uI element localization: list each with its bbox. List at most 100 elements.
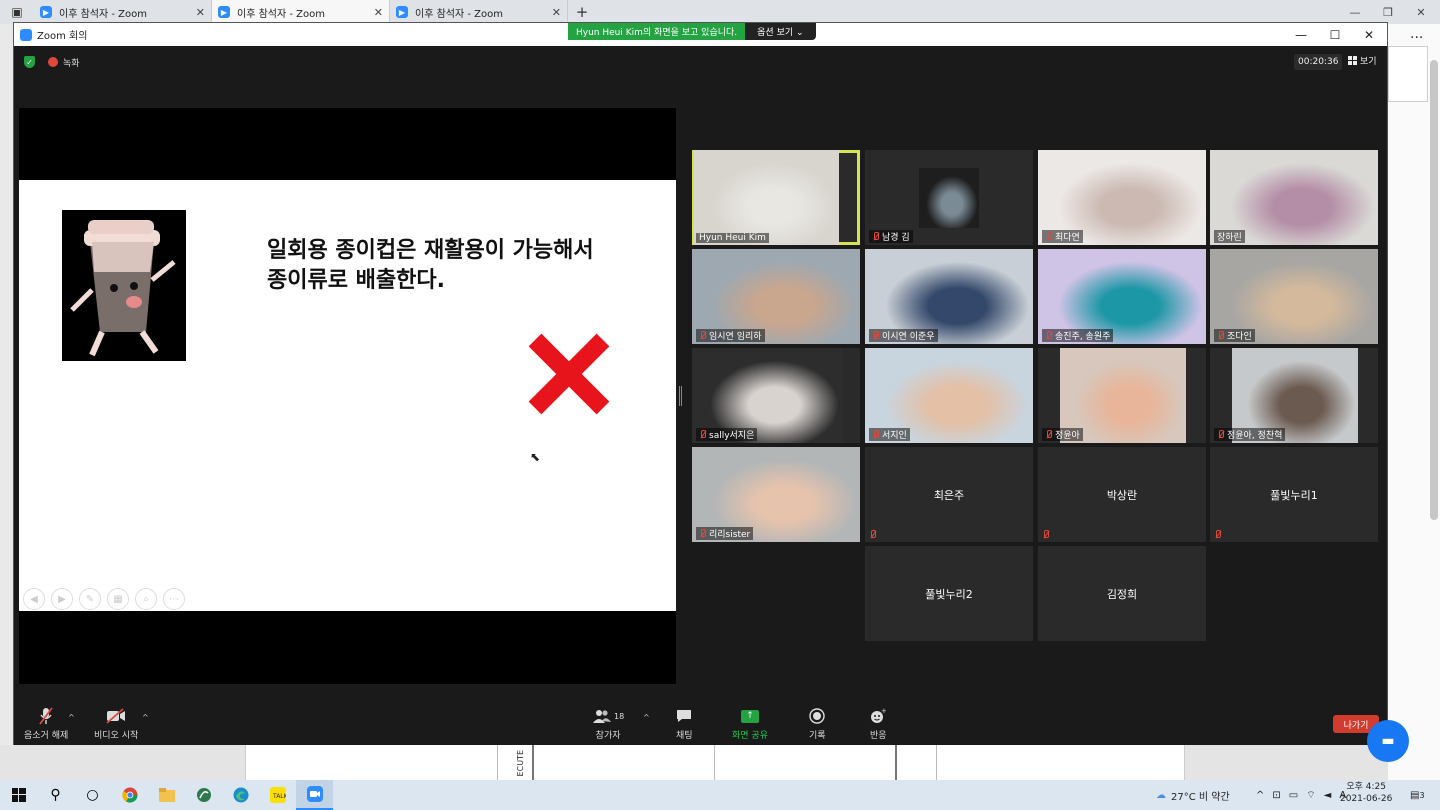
new-tab-button[interactable]: + bbox=[568, 3, 596, 21]
chat-button[interactable]: 채팅 bbox=[676, 707, 693, 741]
muted-mic-icon bbox=[699, 529, 706, 538]
more-options-icon[interactable]: ⋯ bbox=[163, 588, 185, 610]
encryption-shield-icon[interactable]: ✓ bbox=[24, 56, 35, 68]
chat-label: 채팅 bbox=[676, 731, 693, 741]
split-view-handle[interactable] bbox=[679, 386, 682, 406]
zoom-taskbar-icon[interactable] bbox=[296, 780, 333, 810]
view-options-button[interactable]: 옵션 보기 ⌄ bbox=[745, 23, 816, 40]
participant-tile[interactable]: 김정희 bbox=[1038, 546, 1206, 641]
unmute-button[interactable]: 음소거 해제 bbox=[24, 707, 68, 741]
participant-tile[interactable]: 최은주 bbox=[865, 447, 1033, 542]
clock-date: 2021-06-26 bbox=[1340, 794, 1393, 804]
notification-icon: ▤ bbox=[1410, 789, 1420, 801]
weather-icon: ☁ bbox=[1156, 789, 1166, 801]
participants-caret-icon[interactable]: ^ bbox=[643, 713, 650, 722]
slides-overview-icon[interactable]: ▦ bbox=[107, 588, 129, 610]
participant-name: 풀빛누리1 bbox=[1270, 488, 1318, 502]
next-slide-icon[interactable]: ▶ bbox=[51, 588, 73, 610]
zoom-favicon-icon: ▶ bbox=[396, 6, 408, 18]
red-x-mark-icon bbox=[528, 333, 610, 415]
browser-tab-2[interactable]: ▶ 이후 참석자 - Zoom ✕ bbox=[212, 0, 390, 24]
show-hidden-icons-icon[interactable]: ^ bbox=[1256, 790, 1264, 801]
view-button[interactable]: 보기 bbox=[1348, 54, 1377, 67]
zoom-maximize-button[interactable]: ☐ bbox=[1318, 23, 1352, 46]
zoom-slide-icon[interactable]: ⌕ bbox=[135, 588, 157, 610]
video-options-caret-icon[interactable]: ^ bbox=[142, 713, 149, 722]
wifi-icon[interactable]: ⌔ bbox=[1306, 789, 1315, 802]
weather-widget[interactable]: ☁ 27°C 비 약간 bbox=[1156, 780, 1230, 810]
volume-icon[interactable]: ◄ bbox=[1324, 790, 1332, 801]
participant-tile[interactable]: 최다연 bbox=[1038, 150, 1206, 245]
start-video-button[interactable]: 비디오 시작 bbox=[94, 707, 138, 741]
mouse-cursor-icon: ⬉ bbox=[530, 450, 541, 464]
app-icon[interactable] bbox=[185, 780, 222, 810]
participant-tile[interactable]: 풀빛누리2 bbox=[865, 546, 1033, 641]
file-explorer-icon[interactable] bbox=[148, 780, 185, 810]
edge-icon[interactable] bbox=[222, 780, 259, 810]
reactions-label: 반응 bbox=[870, 731, 887, 741]
participants-label: 참가자 bbox=[595, 731, 621, 741]
previous-slide-icon[interactable]: ◀ bbox=[23, 588, 45, 610]
floating-chat-icon[interactable]: ▬ bbox=[1367, 720, 1409, 762]
share-screen-button[interactable]: ↑ 화면 공유 bbox=[732, 707, 768, 741]
taskbar-clock[interactable]: 오후 4:25 2021-06-26 bbox=[1340, 781, 1392, 805]
participant-name-tag: Hyun Heui Kim bbox=[696, 233, 769, 243]
participant-name-tag: 정윤아 bbox=[1042, 428, 1083, 441]
record-icon bbox=[809, 707, 825, 725]
participant-tile[interactable]: 박상란 bbox=[1038, 447, 1206, 542]
muted-mic-icon bbox=[699, 331, 706, 340]
participant-name: 최은주 bbox=[933, 488, 965, 502]
participant-name: 박상란 bbox=[1106, 488, 1138, 502]
participant-tile[interactable]: 서지인 bbox=[865, 348, 1033, 443]
reactions-button[interactable]: + 반응 bbox=[870, 707, 887, 741]
participant-name: Hyun Heui Kim bbox=[699, 233, 766, 243]
audio-options-caret-icon[interactable]: ^ bbox=[68, 713, 75, 722]
participants-button[interactable]: 18 참가자 bbox=[592, 707, 624, 741]
kakaotalk-icon[interactable]: TALK bbox=[259, 780, 296, 810]
participant-tile[interactable]: 리리sister bbox=[692, 447, 860, 542]
muted-mic-icon bbox=[699, 430, 706, 439]
browser-tab-1[interactable]: ▶ 이후 참석자 - Zoom ✕ bbox=[34, 0, 212, 24]
close-tab-icon[interactable]: ✕ bbox=[374, 6, 383, 19]
participant-tile[interactable]: sally서지은 bbox=[692, 348, 860, 443]
tab-actions-icon[interactable]: ▣ bbox=[0, 0, 34, 24]
participant-tile[interactable]: 풀빛누리1 bbox=[1210, 447, 1378, 542]
browser-tab-3[interactable]: ▶ 이후 참석자 - Zoom ✕ bbox=[390, 0, 568, 24]
notification-center-icon[interactable]: ▤ 3 bbox=[1410, 780, 1425, 810]
battery-icon[interactable]: ▭ bbox=[1289, 790, 1298, 801]
record-button[interactable]: 기록 bbox=[809, 707, 826, 741]
muted-mic-icon bbox=[872, 232, 879, 241]
zoom-minimize-button[interactable]: — bbox=[1284, 23, 1318, 46]
participant-tile[interactable]: 정윤아, 정찬혁 bbox=[1210, 348, 1378, 443]
participant-tile[interactable]: 조다인 bbox=[1210, 249, 1378, 344]
search-icon[interactable]: ⚲ bbox=[37, 780, 74, 810]
participant-tile[interactable]: 송진주, 송원주 bbox=[1038, 249, 1206, 344]
presentation-slide: 일회용 종이컵은 재활용이 가능해서 종이류로 배출한다. ◀ ▶ ✎ ▦ ⌕ … bbox=[19, 180, 676, 611]
windows-start-icon[interactable] bbox=[0, 780, 37, 810]
participant-name-tag: 최다연 bbox=[1042, 230, 1083, 243]
browser-restore-button[interactable]: ❐ bbox=[1371, 0, 1405, 24]
participant-name-tag: 정윤아, 정찬혁 bbox=[1214, 428, 1286, 441]
participant-tile[interactable]: 장하린 bbox=[1210, 150, 1378, 245]
zoom-close-button[interactable]: ✕ bbox=[1352, 23, 1386, 46]
slide-text: 일회용 종이컵은 재활용이 가능해서 종이류로 배출한다. bbox=[267, 236, 594, 296]
participant-tile[interactable]: 정윤아 bbox=[1038, 348, 1206, 443]
close-tab-icon[interactable]: ✕ bbox=[552, 6, 561, 19]
browser-minimize-button[interactable]: — bbox=[1338, 0, 1372, 24]
background-document bbox=[245, 745, 1185, 780]
participant-tile[interactable]: 남경 김 bbox=[865, 150, 1033, 245]
participant-tile[interactable]: 임시연 임리하 bbox=[692, 249, 860, 344]
keyboard-icon[interactable]: ⊡ bbox=[1272, 790, 1280, 801]
participant-tile[interactable]: 이시연 이준우 bbox=[865, 249, 1033, 344]
gallery-grid-icon bbox=[1348, 56, 1357, 65]
participant-name: 임시연 임리하 bbox=[709, 332, 762, 342]
more-options-icon[interactable]: ··· bbox=[1410, 30, 1423, 46]
close-tab-icon[interactable]: ✕ bbox=[196, 6, 205, 19]
participant-tile[interactable]: Hyun Heui Kim bbox=[692, 150, 860, 245]
weather-text: 27°C 비 약간 bbox=[1171, 791, 1230, 803]
pen-icon[interactable]: ✎ bbox=[79, 588, 101, 610]
cortana-icon[interactable]: ○ bbox=[74, 780, 111, 810]
browser-close-button[interactable]: ✕ bbox=[1404, 0, 1438, 24]
chrome-icon[interactable] bbox=[111, 780, 148, 810]
page-scrollbar[interactable] bbox=[1430, 60, 1438, 520]
